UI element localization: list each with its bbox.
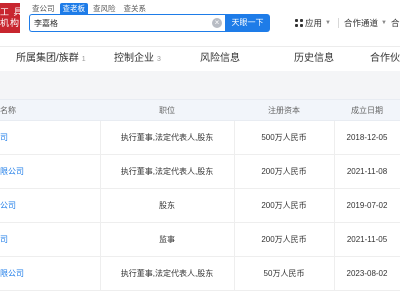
capital-cell: 50万人民币 [263,269,305,278]
nav-controlled-companies[interactable]: 控制企业 3 [114,52,161,67]
chevron-down-icon: ▼ [381,20,387,26]
company-name-link[interactable]: 限公司 [0,155,100,189]
nav-risk-info[interactable]: 风险信息 [200,52,240,66]
search-input[interactable] [34,16,204,30]
tab-company[interactable]: 查公司 [29,3,58,14]
tab-risk[interactable]: 查风险 [90,3,119,14]
capital-cell: 200万人民币 [261,167,307,176]
search-box: × [29,14,225,32]
logo-line-1: 工 具 [0,7,24,17]
capital-cell: 200万人民币 [261,201,307,210]
divider [338,18,339,28]
position-cell: 股东 [159,201,175,210]
table-header: 名称 职位 注册资本 成立日期 [0,99,400,121]
partner-menu-2-label: 合 [391,18,400,28]
tab-boss[interactable]: 查老板 [59,3,88,14]
header-date: 成立日期 [351,106,383,115]
table-row: 限公司 执行董事,法定代表人,股东 50万人民币 2023-08-02 [0,257,400,291]
site-logo[interactable]: 工 具 机构 [0,3,24,33]
section-spacer [0,71,400,99]
nav-history-label: 历史信息 [294,53,334,64]
partner-channel-menu[interactable]: 合作通道 ▼ [344,17,387,29]
nav-partners[interactable]: 合作伙 [370,52,400,66]
table-row: 司 监事 200万人民币 2021-11-05 [0,223,400,257]
top-header: 工 具 机构 查公司 查老板 查风险 查关系 × 天眼一下 应用 ▼ 合作通道 … [0,0,400,46]
search-type-tabs: 查公司 查老板 查风险 查关系 [29,3,149,14]
date-cell: 2019-07-02 [346,201,388,210]
company-name-link[interactable]: 限公司 [0,257,100,291]
tab-relation[interactable]: 查关系 [121,3,150,14]
company-name-link[interactable]: 公司 [0,189,100,223]
capital-cell: 200万人民币 [261,235,307,244]
date-cell: 2023-08-02 [346,269,388,278]
grid-icon [295,19,303,27]
position-cell: 监事 [159,235,175,244]
company-name-link[interactable]: 司 [0,121,100,155]
date-cell: 2018-12-05 [346,133,388,142]
nav-group[interactable]: 所属集团/族群 1 [16,52,86,67]
table-row: 公司 股东 200万人民币 2019-07-02 [0,189,400,223]
nav-controlled-label: 控制企业 [114,53,154,64]
search-button[interactable]: 天眼一下 [225,14,270,32]
partner-menu-truncated[interactable]: 合 [391,17,400,29]
header-position: 职位 [159,106,175,115]
logo-line-2: 机构 [0,18,21,28]
chevron-down-icon: ▼ [325,20,331,26]
table-row: 限公司 执行董事,法定代表人,股东 200万人民币 2021-11-08 [0,155,400,189]
position-cell: 执行董事,法定代表人,股东 [120,167,214,176]
app-menu-label: 应用 [305,18,323,28]
nav-group-label: 所属集团/族群 [16,53,79,64]
capital-cell: 500万人民币 [261,133,307,142]
app-menu[interactable]: 应用 ▼ [295,17,331,29]
table-row: 司 执行董事,法定代表人,股东 500万人民币 2018-12-05 [0,121,400,155]
nav-partners-label: 合作伙 [370,53,400,64]
nav-controlled-count: 3 [157,56,161,63]
nav-group-count: 1 [81,56,86,63]
profile-nav: 所属集团/族群 1 控制企业 3 风险信息 历史信息 合作伙 [0,47,400,71]
position-cell: 执行董事,法定代表人,股东 [120,133,214,142]
header-name: 名称 [0,106,16,115]
partner-menu-label: 合作通道 [344,18,379,28]
nav-risk-label: 风险信息 [200,53,240,64]
clear-icon[interactable]: × [212,18,222,28]
header-capital: 注册资本 [268,106,300,115]
nav-history-info[interactable]: 历史信息 [294,52,334,66]
position-cell: 执行董事,法定代表人,股东 [120,269,214,278]
company-name-link[interactable]: 司 [0,223,100,257]
date-cell: 2021-11-05 [346,235,388,244]
date-cell: 2021-11-08 [346,167,388,176]
